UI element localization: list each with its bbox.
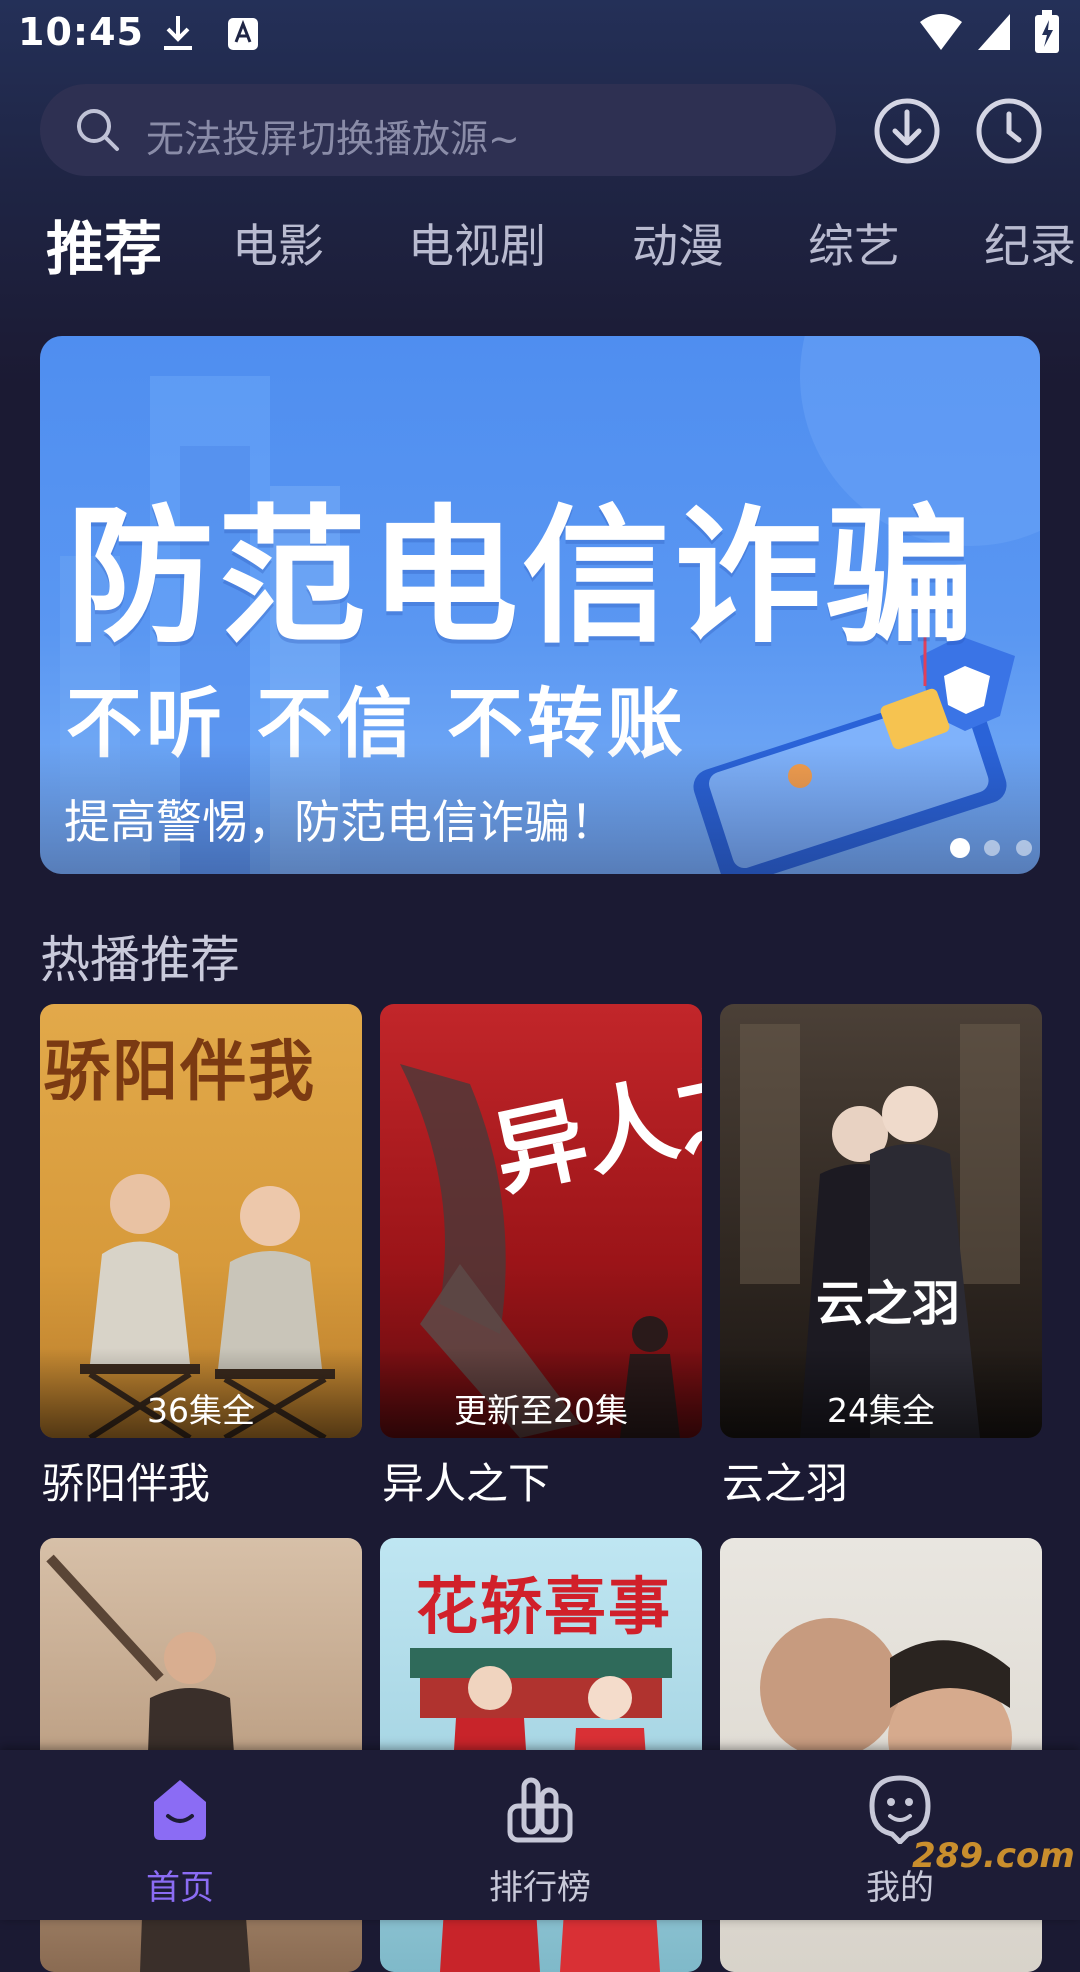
- poster-image: 骄阳伴我 36集全: [40, 1004, 362, 1438]
- video-card[interactable]: 云之羽 24集全 云之羽: [720, 1004, 1042, 1508]
- bottom-navigation: 首页 排行榜 我的: [0, 1750, 1080, 1920]
- tab-variety[interactable]: 综艺: [808, 210, 900, 276]
- carousel-indicator: [922, 836, 1032, 860]
- search-placeholder: 无法投屏切换播放源~: [146, 117, 520, 161]
- search-icon: [74, 106, 122, 158]
- tab-documentary[interactable]: 纪录: [984, 210, 1076, 276]
- banner-carousel[interactable]: 防范电信诈骗 不听 不信 不转账 提高警惕，防范电信诈骗！: [40, 336, 1040, 874]
- video-card[interactable]: 骄阳伴我 36集全 骄阳伴我: [40, 1004, 362, 1508]
- video-title: 云之羽: [722, 1459, 849, 1508]
- download-icon: [874, 98, 940, 164]
- status-time: 10:45: [18, 10, 144, 54]
- section-title-hot: 热播推荐: [40, 931, 240, 989]
- watermark-logo: 289.com: [912, 1836, 1075, 1876]
- tab-tv-series[interactable]: 电视剧: [408, 210, 546, 276]
- carousel-dot-active: [950, 838, 970, 858]
- search-bar[interactable]: 无法投屏切换播放源~: [40, 84, 836, 176]
- clock-icon: [976, 98, 1042, 164]
- tab-recommend[interactable]: 推荐: [46, 202, 162, 286]
- status-bar: 10:45: [0, 0, 1080, 70]
- nav-home-label: 首页: [146, 1868, 214, 1908]
- episode-badge: 更新至20集: [454, 1391, 628, 1430]
- video-title: 骄阳伴我: [42, 1459, 211, 1508]
- poster-image: 云之羽 24集全: [720, 1004, 1042, 1438]
- history-button[interactable]: [974, 96, 1044, 166]
- ranking-icon: [504, 1772, 576, 1848]
- download-button[interactable]: [872, 96, 942, 166]
- carousel-dot: [984, 840, 1000, 856]
- download-notification-icon: [160, 14, 196, 58]
- category-tabs: 推荐 电影 电视剧 动漫 综艺 纪录: [0, 200, 1080, 290]
- nav-ranking-label: 排行榜: [489, 1868, 591, 1908]
- video-card[interactable]: 异人之下 更新至20集 异人之下: [380, 1004, 702, 1508]
- carousel-dot: [1016, 840, 1032, 856]
- cellular-signal-icon: [976, 12, 1012, 56]
- banner-headline: 防范电信诈骗: [66, 491, 978, 663]
- episode-badge: 24集全: [827, 1391, 935, 1430]
- nav-profile[interactable]: 我的: [800, 1750, 1000, 1920]
- banner-caption: 提高警惕，防范电信诈骗！: [64, 795, 616, 849]
- poster-image: 异人之下 更新至20集: [380, 1004, 702, 1438]
- nav-home[interactable]: 首页: [80, 1750, 280, 1920]
- wifi-icon: [918, 12, 964, 56]
- home-icon: [144, 1772, 216, 1848]
- episode-badge: 36集全: [147, 1391, 255, 1430]
- poster-title-art: 云之羽: [816, 1276, 961, 1332]
- keyboard-notification-icon: [226, 14, 262, 58]
- tab-anime[interactable]: 动漫: [632, 210, 724, 276]
- video-title: 异人之下: [382, 1459, 551, 1508]
- tab-movies[interactable]: 电影: [232, 210, 324, 276]
- battery-icon: [1034, 10, 1060, 58]
- nav-ranking[interactable]: 排行榜: [440, 1750, 640, 1920]
